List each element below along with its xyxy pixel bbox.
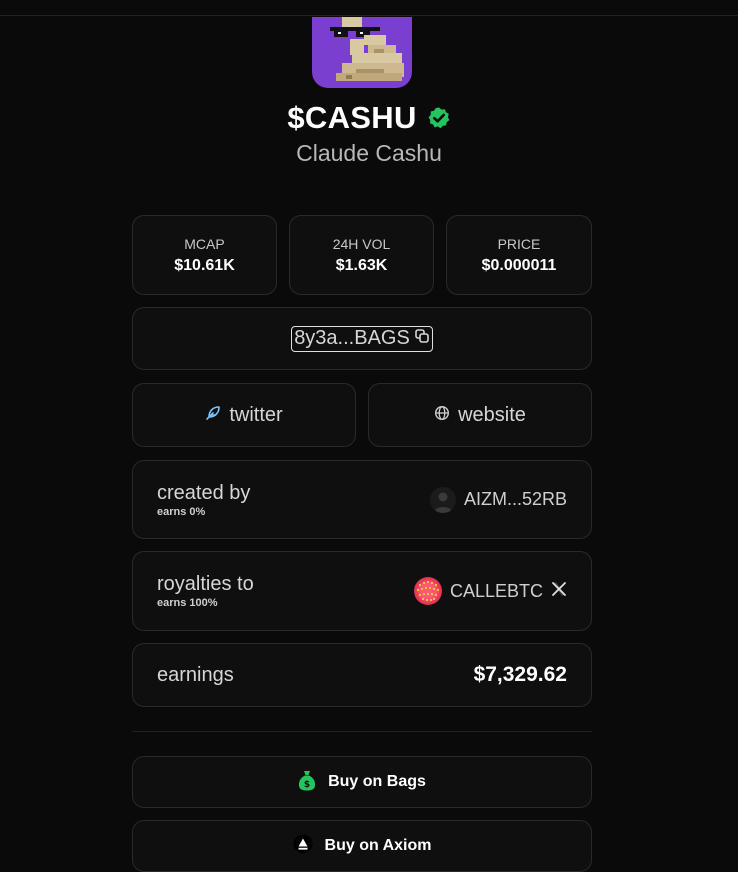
stat-mcap: MCAP $10.61K <box>132 215 277 295</box>
stat-label: PRICE <box>497 235 541 252</box>
twitter-link-button[interactable]: twitter <box>132 383 356 447</box>
creator-profile-link[interactable]: AIZM...52RB <box>429 486 567 513</box>
feather-icon <box>205 404 221 427</box>
earnings-value: $7,329.62 <box>473 663 567 686</box>
stat-value: $10.61K <box>174 256 235 274</box>
recipient-username: CALLEBTC <box>449 580 543 601</box>
stat-value: $1.63K <box>335 256 388 274</box>
section-divider <box>132 731 592 732</box>
globe-icon <box>434 404 450 427</box>
earnings-label: earnings <box>157 663 234 686</box>
copy-icon <box>414 328 430 349</box>
recipient-avatar <box>413 577 442 605</box>
website-label: website <box>458 403 526 426</box>
buy-on-bags-label: Buy on Bags <box>328 773 426 790</box>
copy-address-button[interactable]: 8y3a...BAGS <box>291 325 433 352</box>
stat-value: $0.000011 <box>481 256 557 274</box>
website-link-button[interactable]: website <box>368 383 592 447</box>
pixel-avatar-image <box>330 17 404 81</box>
buy-on-axiom-label: Buy on Axiom <box>324 837 432 854</box>
royalties-card: royalties to earns 100% CALLEBTC <box>132 551 592 631</box>
twitter-label: twitter <box>229 403 283 426</box>
axiom-icon <box>293 834 313 859</box>
buy-on-axiom-button[interactable]: Buy on Axiom <box>132 820 592 872</box>
royalties-earns: earns 100% <box>157 597 218 609</box>
stat-24h-vol: 24H VOL $1.63K <box>289 215 434 295</box>
earnings-card: earnings $7,329.62 <box>132 643 592 707</box>
token-ticker: $CASHU <box>287 100 417 135</box>
royalty-recipient-link[interactable]: CALLEBTC <box>413 577 567 605</box>
x-icon[interactable] <box>551 581 567 602</box>
creator-avatar <box>429 486 456 513</box>
svg-text:$: $ <box>304 780 310 790</box>
stat-label: MCAP <box>184 235 225 252</box>
top-divider <box>0 15 738 16</box>
buy-on-bags-button[interactable]: $ Buy on Bags <box>132 756 592 808</box>
token-title-row: $CASHU <box>0 98 738 138</box>
creator-username: AIZM...52RB <box>463 489 567 509</box>
royalties-label: royalties to <box>157 573 254 595</box>
contract-address-card: 8y3a...BAGS <box>132 307 592 370</box>
created-by-earns: earns 0% <box>157 505 206 518</box>
money-bag-icon: $ <box>298 769 316 796</box>
token-name: Claude Cashu <box>296 140 442 166</box>
created-by-card: created by earns 0% AIZM...52RB <box>132 460 592 539</box>
stat-label: 24H VOL <box>332 235 391 252</box>
verified-check-icon <box>427 106 451 130</box>
token-logo <box>312 17 412 88</box>
created-by-label: created by <box>157 481 251 504</box>
contract-address: 8y3a...BAGS <box>294 327 410 349</box>
stat-price: PRICE $0.000011 <box>446 215 592 295</box>
